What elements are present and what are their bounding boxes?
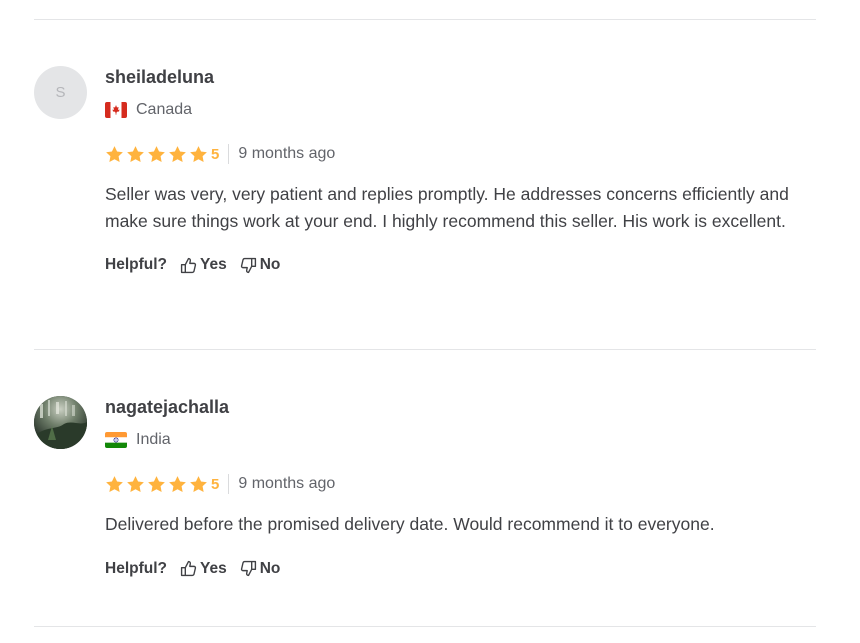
avatar[interactable]: S xyxy=(34,66,87,119)
reviewer-country: India xyxy=(105,430,805,450)
rating-score: 5 xyxy=(211,145,220,163)
helpful-no-button[interactable]: No xyxy=(240,256,281,274)
helpful-row: Helpful? Yes No xyxy=(105,558,805,580)
reviews-list: S sheiladeluna Canada 5 9 months ago Sel… xyxy=(0,0,860,643)
star-rating xyxy=(105,475,208,494)
divider xyxy=(34,19,816,20)
reviewer-username[interactable]: sheiladeluna xyxy=(105,66,805,88)
divider xyxy=(34,626,816,627)
no-label: No xyxy=(259,256,281,273)
separator xyxy=(228,144,230,164)
thumbs-down-icon xyxy=(240,560,257,577)
separator xyxy=(228,474,230,494)
no-label: No xyxy=(259,559,281,577)
star-icon xyxy=(168,145,187,164)
rating-score: 5 xyxy=(211,475,220,493)
star-icon xyxy=(168,475,187,494)
avatar[interactable] xyxy=(34,396,87,449)
helpful-yes-button[interactable]: Yes xyxy=(180,256,227,274)
helpful-no-button[interactable]: No xyxy=(240,559,281,578)
star-icon xyxy=(105,145,124,164)
country-name: Canada xyxy=(136,101,193,118)
review-text: Seller was very, very patient and replie… xyxy=(105,184,789,231)
yes-label: Yes xyxy=(200,559,227,577)
country-name: India xyxy=(136,431,171,448)
star-icon xyxy=(147,475,166,494)
helpful-label: Helpful? xyxy=(105,559,167,577)
review-time: 9 months ago xyxy=(238,145,336,162)
thumbs-down-icon xyxy=(240,257,257,274)
rating-row: 5 9 months ago xyxy=(105,143,805,165)
helpful-row: Helpful? Yes No xyxy=(105,254,805,276)
flag-canada-icon xyxy=(105,102,127,118)
avatar-letter: S xyxy=(55,84,66,101)
flag-india-icon xyxy=(105,432,127,448)
star-icon xyxy=(105,475,124,494)
reviewer-country: Canada xyxy=(105,100,805,120)
thumbs-up-icon xyxy=(180,560,197,577)
rating-row: 5 9 months ago xyxy=(105,473,805,495)
star-icon xyxy=(126,145,145,164)
star-icon xyxy=(189,145,208,164)
thumbs-up-icon xyxy=(180,257,197,274)
divider xyxy=(34,349,816,350)
review-text: Delivered before the promised delivery d… xyxy=(105,514,715,534)
helpful-label: Helpful? xyxy=(105,256,167,273)
helpful-yes-button[interactable]: Yes xyxy=(180,560,227,578)
star-icon xyxy=(189,475,208,494)
reviewer-username[interactable]: nagatejachalla xyxy=(105,396,805,418)
star-icon xyxy=(126,475,145,494)
star-rating xyxy=(105,145,208,164)
star-icon xyxy=(147,145,166,164)
avatar-photo xyxy=(34,396,87,449)
review-time: 9 months ago xyxy=(238,475,336,492)
yes-label: Yes xyxy=(200,256,227,273)
